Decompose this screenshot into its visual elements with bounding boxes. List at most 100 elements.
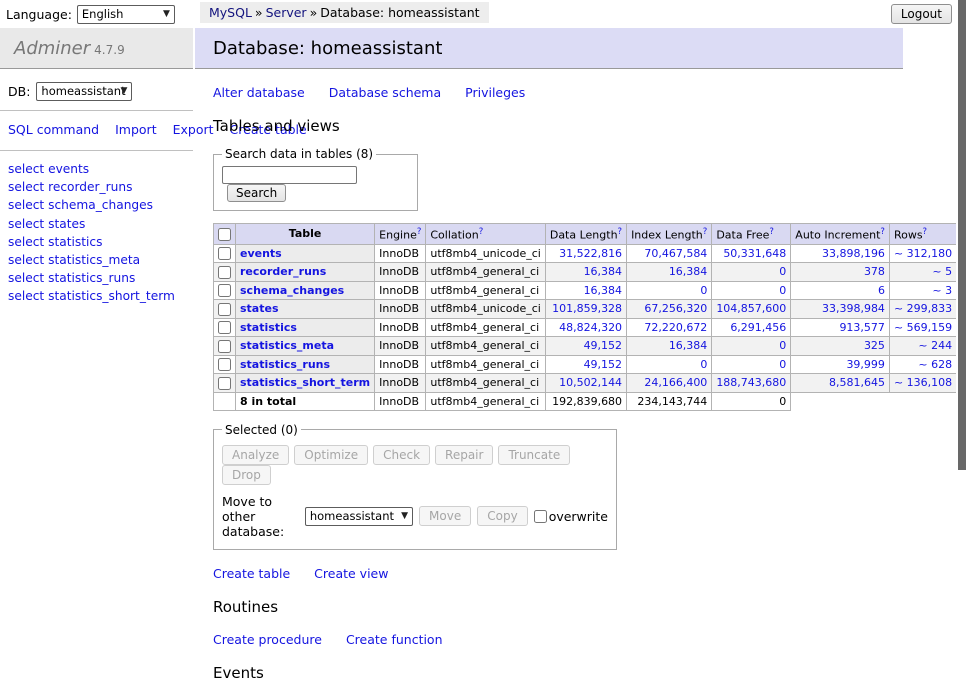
row-checkbox[interactable] bbox=[218, 266, 231, 279]
data-free-link[interactable]: 50,331,648 bbox=[723, 247, 786, 260]
table-name-link[interactable]: statistics bbox=[240, 321, 297, 334]
table-name-link[interactable]: events bbox=[240, 247, 282, 260]
logout-button[interactable]: Logout bbox=[891, 4, 952, 24]
data-length-link[interactable]: 16,384 bbox=[584, 265, 623, 278]
select-link[interactable]: select bbox=[8, 271, 44, 285]
data-length-link[interactable]: 10,502,144 bbox=[559, 376, 622, 389]
help-link[interactable]: ? bbox=[880, 227, 885, 237]
index-length-link[interactable]: 0 bbox=[700, 284, 707, 297]
vertical-scrollbar[interactable] bbox=[956, 0, 966, 543]
move-button[interactable]: Move bbox=[419, 506, 471, 526]
data-length-link[interactable]: 16,384 bbox=[584, 284, 623, 297]
db-select[interactable]: homeassistant ▼ bbox=[36, 82, 132, 101]
create-link[interactable]: Create view bbox=[314, 566, 388, 581]
sidebar-action-link[interactable]: Import bbox=[115, 122, 157, 137]
rows-link[interactable]: ~ 244 bbox=[918, 339, 952, 352]
table-name-link[interactable]: statistics_short_term bbox=[240, 376, 370, 389]
select-link[interactable]: select bbox=[8, 289, 44, 303]
auto-increment-link[interactable]: 8,581,645 bbox=[829, 376, 885, 389]
row-checkbox[interactable] bbox=[218, 358, 231, 371]
move-db-select[interactable]: homeassistant ▼ bbox=[305, 507, 413, 526]
language-select[interactable]: English ▼ bbox=[77, 5, 175, 24]
index-length-link[interactable]: 67,256,320 bbox=[644, 302, 707, 315]
data-free-link[interactable]: 188,743,680 bbox=[716, 376, 786, 389]
search-button[interactable]: Search bbox=[227, 184, 286, 202]
help-link[interactable]: ? bbox=[618, 227, 623, 237]
data-free-link[interactable]: 104,857,600 bbox=[716, 302, 786, 315]
table-name-link[interactable]: schema_changes bbox=[240, 284, 344, 297]
help-link[interactable]: ? bbox=[479, 227, 484, 237]
routine-link[interactable]: Create function bbox=[346, 632, 443, 647]
help-link[interactable]: ? bbox=[703, 227, 708, 237]
help-link[interactable]: ? bbox=[417, 227, 422, 237]
data-free-link[interactable]: 0 bbox=[779, 265, 786, 278]
scrollbar-thumb[interactable] bbox=[958, 0, 966, 470]
db-action-link[interactable]: Privileges bbox=[465, 85, 525, 100]
table-link[interactable]: statistics bbox=[48, 235, 102, 249]
help-link[interactable]: ? bbox=[923, 227, 928, 237]
optimize-button[interactable]: Optimize bbox=[294, 445, 368, 465]
overwrite-checkbox[interactable] bbox=[534, 510, 547, 523]
auto-increment-link[interactable]: 33,898,196 bbox=[822, 247, 885, 260]
data-length-link[interactable]: 49,152 bbox=[584, 339, 623, 352]
rows-link[interactable]: ~ 5 bbox=[932, 265, 952, 278]
check-button[interactable]: Check bbox=[373, 445, 430, 465]
auto-increment-link[interactable]: 6 bbox=[878, 284, 885, 297]
rows-link[interactable]: ~ 569,159 bbox=[894, 321, 952, 334]
index-length-link[interactable]: 70,467,584 bbox=[644, 247, 707, 260]
table-name-link[interactable]: statistics_runs bbox=[240, 358, 330, 371]
row-checkbox[interactable] bbox=[218, 247, 231, 260]
auto-increment-link[interactable]: 33,398,984 bbox=[822, 302, 885, 315]
db-action-link[interactable]: Alter database bbox=[213, 85, 305, 100]
rows-link[interactable]: ~ 3 bbox=[932, 284, 952, 297]
table-link[interactable]: events bbox=[48, 162, 89, 176]
breadcrumb-link[interactable]: Server bbox=[266, 5, 307, 20]
table-name-link[interactable]: statistics_meta bbox=[240, 339, 334, 352]
auto-increment-link[interactable]: 39,999 bbox=[846, 358, 885, 371]
rows-link[interactable]: ~ 312,180 bbox=[894, 247, 952, 260]
rows-link[interactable]: ~ 136,108 bbox=[894, 376, 952, 389]
select-link[interactable]: select bbox=[8, 198, 44, 212]
row-checkbox[interactable] bbox=[218, 321, 231, 334]
table-link[interactable]: statistics_short_term bbox=[48, 289, 175, 303]
table-name-link[interactable]: states bbox=[240, 302, 279, 315]
index-length-link[interactable]: 16,384 bbox=[669, 265, 708, 278]
select-link[interactable]: select bbox=[8, 180, 44, 194]
help-link[interactable]: ? bbox=[769, 227, 774, 237]
data-length-link[interactable]: 101,859,328 bbox=[552, 302, 622, 315]
select-link[interactable]: select bbox=[8, 217, 44, 231]
data-free-link[interactable]: 0 bbox=[779, 339, 786, 352]
row-checkbox[interactable] bbox=[218, 340, 231, 353]
data-length-link[interactable]: 31,522,816 bbox=[559, 247, 622, 260]
row-checkbox[interactable] bbox=[218, 303, 231, 316]
table-link[interactable]: states bbox=[48, 217, 85, 231]
index-length-link[interactable]: 16,384 bbox=[669, 339, 708, 352]
repair-button[interactable]: Repair bbox=[435, 445, 493, 465]
index-length-link[interactable]: 24,166,400 bbox=[644, 376, 707, 389]
create-link[interactable]: Create table bbox=[213, 566, 290, 581]
copy-button[interactable]: Copy bbox=[477, 506, 527, 526]
drop-button[interactable]: Drop bbox=[222, 465, 271, 485]
data-free-link[interactable]: 0 bbox=[779, 284, 786, 297]
analyze-button[interactable]: Analyze bbox=[222, 445, 289, 465]
sidebar-action-link[interactable]: SQL command bbox=[8, 122, 99, 137]
auto-increment-link[interactable]: 913,577 bbox=[839, 321, 885, 334]
select-all-checkbox[interactable] bbox=[218, 228, 231, 241]
db-action-link[interactable]: Database schema bbox=[329, 85, 441, 100]
table-link[interactable]: statistics_runs bbox=[48, 271, 135, 285]
data-length-link[interactable]: 49,152 bbox=[584, 358, 623, 371]
auto-increment-link[interactable]: 325 bbox=[864, 339, 885, 352]
select-link[interactable]: select bbox=[8, 253, 44, 267]
data-free-link[interactable]: 0 bbox=[779, 358, 786, 371]
row-checkbox[interactable] bbox=[218, 284, 231, 297]
routine-link[interactable]: Create procedure bbox=[213, 632, 322, 647]
table-link[interactable]: statistics_meta bbox=[48, 253, 140, 267]
rows-link[interactable]: ~ 628 bbox=[918, 358, 952, 371]
row-checkbox[interactable] bbox=[218, 377, 231, 390]
index-length-link[interactable]: 0 bbox=[700, 358, 707, 371]
table-link[interactable]: schema_changes bbox=[48, 198, 153, 212]
truncate-button[interactable]: Truncate bbox=[498, 445, 570, 465]
rows-link[interactable]: ~ 299,833 bbox=[894, 302, 952, 315]
overwrite-option[interactable]: overwrite bbox=[534, 509, 608, 524]
data-free-link[interactable]: 6,291,456 bbox=[730, 321, 786, 334]
